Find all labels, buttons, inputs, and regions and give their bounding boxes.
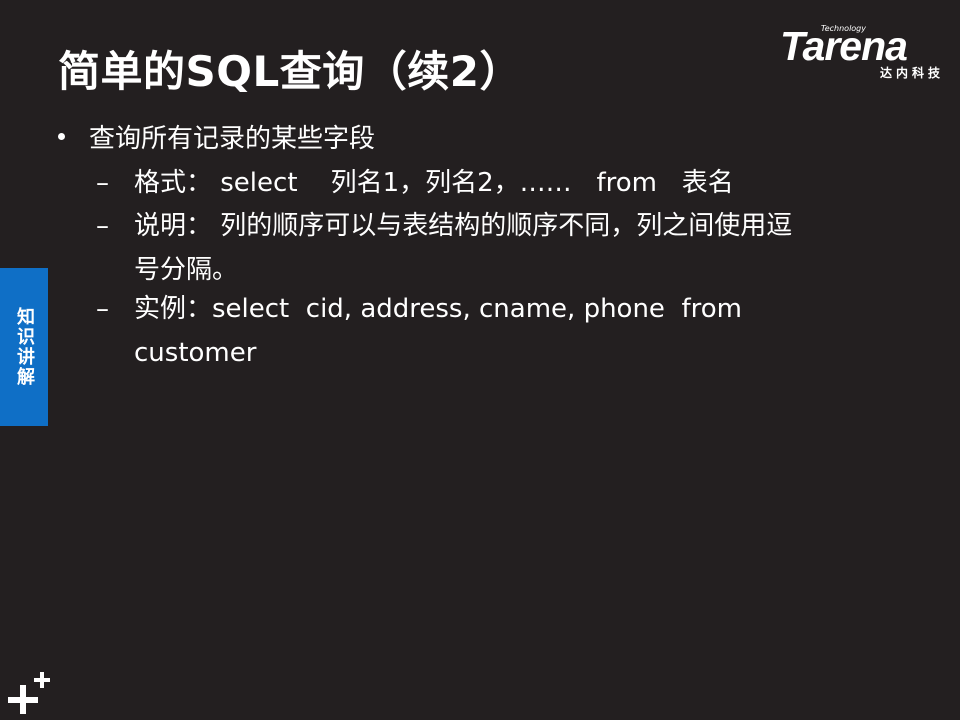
sub-item-format: – 格式： select 列名1，列名2，…… from 表名 <box>96 161 896 205</box>
sub-item-description: – 说明： 列的顺序可以与表结构的顺序不同，列之间使用逗 号分隔。 <box>96 204 896 292</box>
side-tab: 知识讲解 <box>0 268 48 426</box>
plus-decoration-icon <box>8 672 50 714</box>
bullet-item: 查询所有记录的某些字段 <box>58 118 375 155</box>
slide-title: 简单的SQL查询（续2） <box>58 47 522 96</box>
logo-subtitle: 达内科技 <box>879 66 944 80</box>
dash-icon: – <box>96 168 109 198</box>
slide: 简单的SQL查询（续2） Technology Tarena 达内科技 知识讲解… <box>0 0 960 720</box>
sub-item-example: – 实例：select cid, address, cname, phone fr… <box>96 287 896 375</box>
dash-icon: – <box>96 211 109 241</box>
dash-icon: – <box>96 294 109 324</box>
side-tab-label: 知识讲解 <box>14 307 35 387</box>
sub-item-continuation: 号分隔。 <box>134 255 239 285</box>
sub-item-text: 实例：select cid, address, cname, phone fro… <box>134 294 742 324</box>
bullet-dot-icon <box>58 133 65 140</box>
logo-wordmark: Tarena <box>780 23 908 69</box>
sub-item-text: 说明： 列的顺序可以与表结构的顺序不同，列之间使用逗 <box>134 211 793 241</box>
tarena-logo: Technology Tarena 达内科技 <box>780 22 948 84</box>
sub-item-continuation: customer <box>134 338 257 368</box>
sub-item-text: 格式： select 列名1，列名2，…… from 表名 <box>134 168 734 198</box>
bullet-text: 查询所有记录的某些字段 <box>89 124 376 154</box>
